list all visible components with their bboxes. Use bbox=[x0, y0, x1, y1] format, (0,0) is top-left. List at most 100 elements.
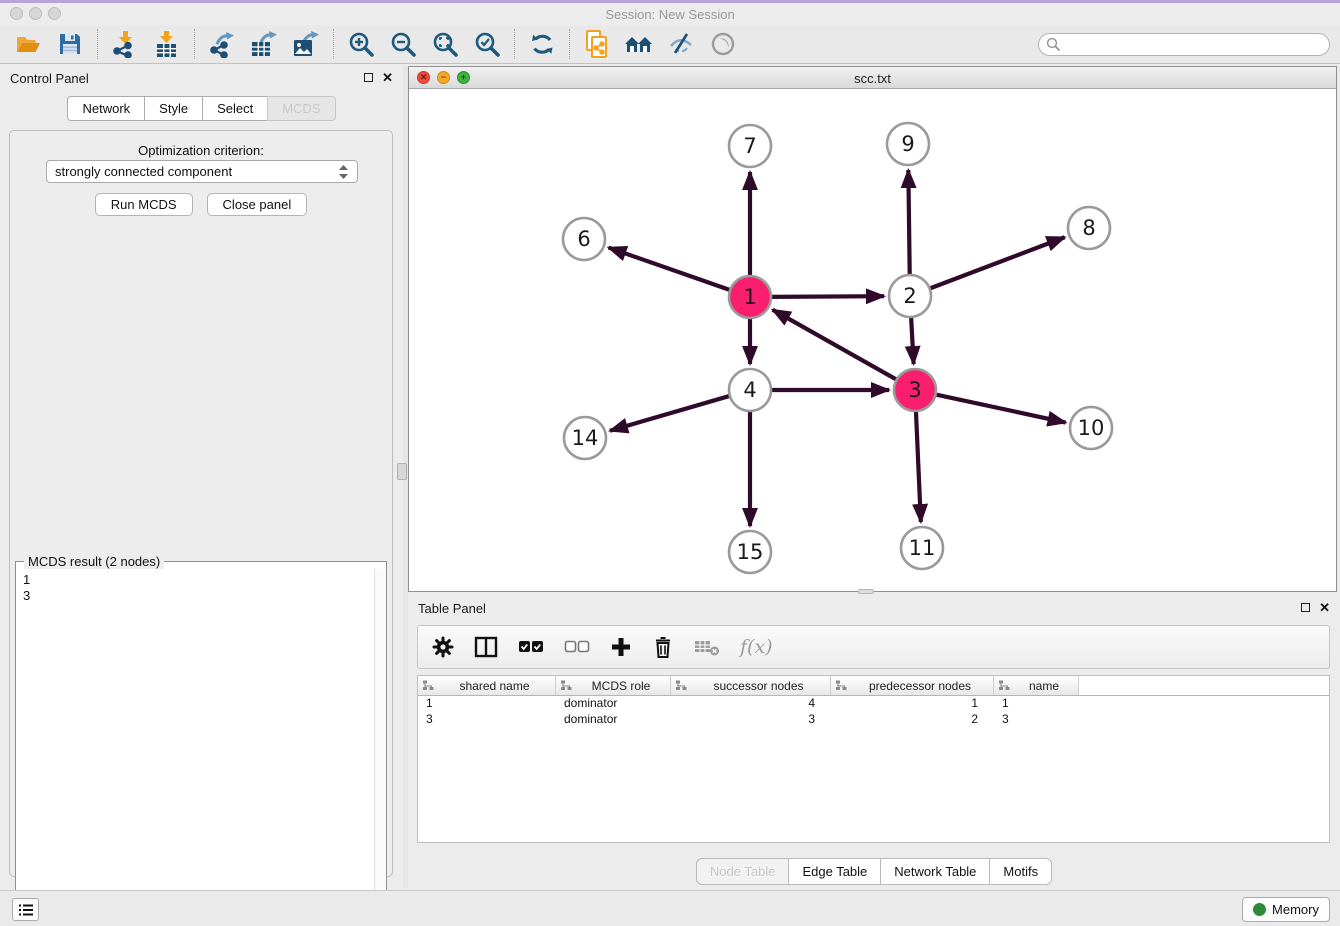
zoom-in-button[interactable] bbox=[343, 28, 379, 60]
tab-mcds[interactable]: MCDS bbox=[267, 96, 335, 121]
graph-node-3[interactable]: 3 bbox=[894, 369, 936, 411]
table-cell[interactable]: 3 bbox=[671, 712, 831, 728]
optimization-select[interactable]: strongly connected component bbox=[46, 160, 358, 183]
table-row[interactable]: 3dominator323 bbox=[418, 712, 1329, 728]
graph-node-8[interactable]: 8 bbox=[1068, 207, 1110, 249]
graph-edge-4-14[interactable] bbox=[610, 395, 732, 430]
mcds-result-text[interactable]: 13 bbox=[17, 570, 373, 926]
tab-node-table[interactable]: Node Table bbox=[696, 858, 789, 885]
graph-node-4[interactable]: 4 bbox=[729, 369, 771, 411]
duplicate-network-button[interactable] bbox=[579, 28, 615, 60]
table-panel-tabs: Node TableEdge TableNetwork TableMotifs bbox=[408, 858, 1340, 885]
hide-panels-button[interactable] bbox=[663, 28, 699, 60]
main-toolbar bbox=[0, 25, 1340, 64]
table-cell[interactable]: 1 bbox=[418, 696, 556, 712]
unselect-all-button[interactable] bbox=[564, 639, 590, 655]
column-header-MCDS-role[interactable]: MCDS role bbox=[556, 676, 671, 695]
column-header-name[interactable]: name bbox=[994, 676, 1079, 695]
search-field-wrap bbox=[1038, 33, 1330, 56]
graph-edge-2-3[interactable] bbox=[911, 315, 914, 364]
graph-node-11[interactable]: 11 bbox=[901, 527, 943, 569]
table-panel-close-icon[interactable]: ✕ bbox=[1319, 602, 1330, 613]
graph-node-1[interactable]: 1 bbox=[729, 276, 771, 318]
tab-motifs[interactable]: Motifs bbox=[989, 858, 1052, 885]
column-header-shared-name[interactable]: shared name bbox=[418, 676, 556, 695]
table-panel-header: Table Panel ✕ bbox=[408, 596, 1340, 622]
import-table-button[interactable] bbox=[149, 28, 185, 60]
graph-node-6[interactable]: 6 bbox=[563, 218, 605, 260]
window-titlebar: Session: New Session bbox=[0, 3, 1340, 25]
show-panels-button[interactable] bbox=[705, 28, 741, 60]
export-network-button[interactable] bbox=[204, 28, 240, 60]
function-builder-button: f(x) bbox=[740, 636, 773, 658]
control-panel-close-icon[interactable]: ✕ bbox=[382, 72, 393, 83]
network-frame-titlebar[interactable]: ✕ − + scc.txt bbox=[409, 67, 1336, 89]
search-input[interactable] bbox=[1038, 33, 1330, 56]
vertical-splitter-handle[interactable] bbox=[397, 463, 407, 480]
split-pane-icon bbox=[474, 636, 498, 658]
horizontal-splitter-handle[interactable] bbox=[858, 589, 874, 594]
ndex-browse-button[interactable] bbox=[621, 28, 657, 60]
table-cell[interactable]: dominator bbox=[556, 712, 671, 728]
table-panel-float-icon[interactable] bbox=[1301, 603, 1310, 612]
save-session-button[interactable] bbox=[52, 28, 88, 60]
run-mcds-button[interactable]: Run MCDS bbox=[95, 193, 193, 216]
graph-node-15[interactable]: 15 bbox=[729, 531, 771, 573]
graph-edge-3-1[interactable] bbox=[773, 310, 899, 381]
table-cell[interactable]: 3 bbox=[994, 712, 1079, 728]
graph-edge-3-11[interactable] bbox=[916, 409, 921, 522]
table-settings-button[interactable] bbox=[432, 636, 454, 658]
graph-edge-1-6[interactable] bbox=[609, 248, 733, 291]
task-history-button[interactable] bbox=[12, 898, 39, 921]
control-panel-title: Control Panel bbox=[10, 71, 89, 86]
memory-button[interactable]: Memory bbox=[1242, 897, 1330, 922]
tab-network[interactable]: Network bbox=[67, 96, 144, 121]
delete-table-icon bbox=[694, 637, 720, 657]
graph-node-2[interactable]: 2 bbox=[889, 275, 931, 317]
table-cell[interactable]: 1 bbox=[831, 696, 994, 712]
zoom-out-button[interactable] bbox=[385, 28, 421, 60]
open-file-button[interactable] bbox=[10, 28, 46, 60]
table-cell[interactable]: 4 bbox=[671, 696, 831, 712]
node-table[interactable]: shared nameMCDS rolesuccessor nodesprede… bbox=[417, 675, 1330, 843]
table-cell[interactable]: 1 bbox=[994, 696, 1079, 712]
graph-edge-3-10[interactable] bbox=[934, 394, 1066, 423]
zoom-selected-button[interactable] bbox=[469, 28, 505, 60]
network-canvas[interactable]: 1 2 3 4 6 7 8 9 10 11 14 15 bbox=[409, 89, 1336, 591]
tab-select[interactable]: Select bbox=[202, 96, 267, 121]
zoom-fit-button[interactable] bbox=[427, 28, 463, 60]
search-icon bbox=[1046, 37, 1061, 52]
houses-icon bbox=[623, 31, 655, 57]
eye-slash-icon bbox=[667, 31, 695, 57]
toggle-panes-button[interactable] bbox=[474, 636, 498, 658]
table-cell[interactable]: dominator bbox=[556, 696, 671, 712]
result-scrollbar[interactable] bbox=[374, 569, 386, 926]
control-panel-float-icon[interactable] bbox=[364, 73, 373, 82]
mcds-result-line: 3 bbox=[23, 588, 367, 604]
graph-edge-2-9[interactable] bbox=[908, 170, 909, 277]
graph-edge-2-8[interactable] bbox=[928, 237, 1065, 289]
table-cell[interactable]: 3 bbox=[418, 712, 556, 728]
export-table-button[interactable] bbox=[246, 28, 282, 60]
table-row[interactable]: 1dominator411 bbox=[418, 696, 1329, 712]
tab-style[interactable]: Style bbox=[144, 96, 202, 121]
network-view-frame: ✕ − + scc.txt 1 2 3 4 6 7 8 9 10 11 14 15 bbox=[408, 66, 1337, 592]
table-cell[interactable]: 2 bbox=[831, 712, 994, 728]
table-panel: Table Panel ✕ bbox=[408, 596, 1340, 888]
close-panel-button[interactable]: Close panel bbox=[207, 193, 308, 216]
add-column-button[interactable] bbox=[610, 636, 632, 658]
tab-edge-table[interactable]: Edge Table bbox=[788, 858, 880, 885]
graph-node-9[interactable]: 9 bbox=[887, 123, 929, 165]
refresh-layout-button[interactable] bbox=[524, 28, 560, 60]
delete-column-button[interactable] bbox=[652, 635, 674, 659]
tab-network-table[interactable]: Network Table bbox=[880, 858, 989, 885]
column-header-predecessor-nodes[interactable]: predecessor nodes bbox=[831, 676, 994, 695]
graph-node-7[interactable]: 7 bbox=[729, 125, 771, 167]
graph-edge-1-2[interactable] bbox=[769, 296, 884, 297]
export-image-button[interactable] bbox=[288, 28, 324, 60]
import-network-button[interactable] bbox=[107, 28, 143, 60]
graph-node-14[interactable]: 14 bbox=[564, 417, 606, 459]
graph-node-10[interactable]: 10 bbox=[1070, 407, 1112, 449]
column-header-successor-nodes[interactable]: successor nodes bbox=[671, 676, 831, 695]
select-all-button[interactable] bbox=[518, 639, 544, 655]
